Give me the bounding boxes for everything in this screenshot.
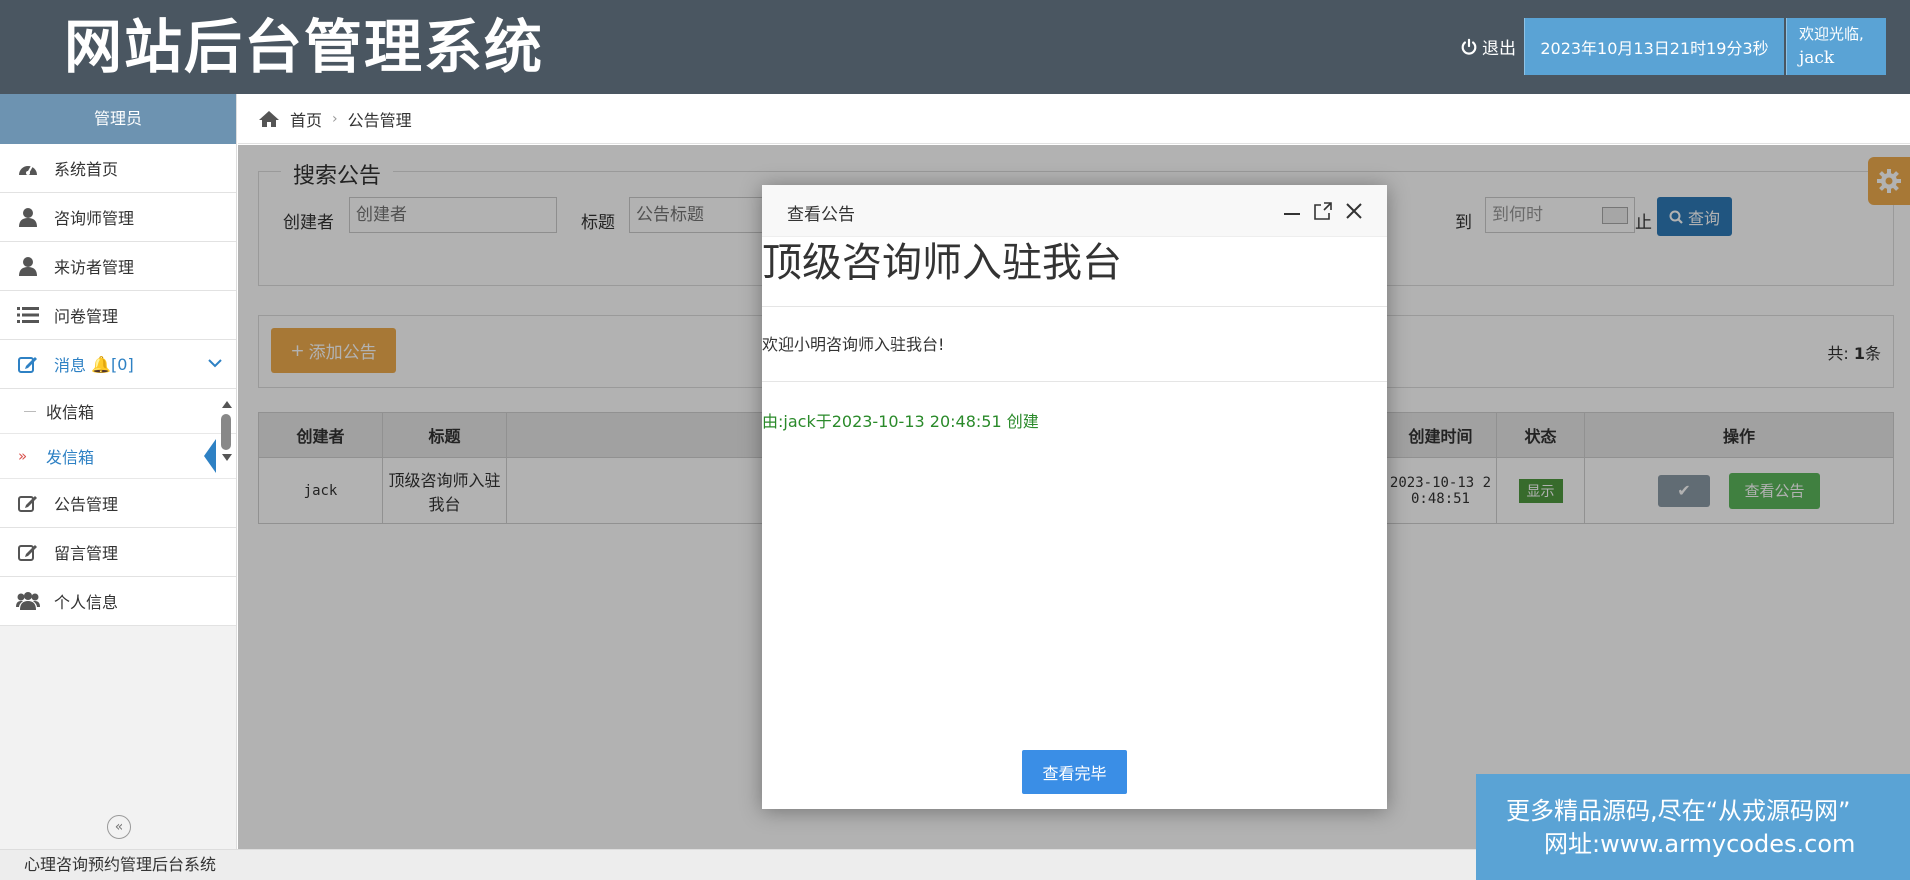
top-header: 网站后台管理系统 退出 2023年10月13日21时19分3秒 欢迎光临, ja… xyxy=(0,0,1910,94)
sidebar-subitem-inbox[interactable]: 收信箱 xyxy=(0,389,236,434)
announcement-meta: 由:jack于2023-10-13 20:48:51 创建 xyxy=(762,412,1039,431)
sidebar-subitem-outbox[interactable]: » 发信箱 xyxy=(0,434,236,479)
sidebar-subitem-label: 收信箱 xyxy=(46,403,95,422)
edit-icon xyxy=(16,542,40,562)
scroll-up-icon[interactable] xyxy=(222,401,232,408)
list-icon xyxy=(16,305,40,325)
sidebar-role: 管理员 xyxy=(0,94,236,144)
active-pointer xyxy=(204,439,216,473)
welcome-label: 欢迎光临, xyxy=(1799,25,1864,43)
sidebar-item-announcements[interactable]: 公告管理 xyxy=(0,479,236,528)
modal-title: 查看公告 xyxy=(787,205,855,225)
sidebar-item-messages[interactable]: 消息 🔔 [0] xyxy=(0,340,236,389)
promo-line: 网址:www.armycodes.com xyxy=(1544,830,1856,858)
announcement-heading: 顶级咨询师入驻我台 xyxy=(762,237,1387,307)
sidebar-item-dashboard[interactable]: 系统首页 xyxy=(0,144,236,193)
promo-line: 更多精品源码,尽在“从戎源码网” xyxy=(1506,797,1851,825)
scroll-down-icon[interactable] xyxy=(222,454,232,461)
sidebar-item-label: 个人信息 xyxy=(54,593,119,612)
close-icon[interactable] xyxy=(1344,201,1364,221)
collapse-sidebar-button[interactable]: « xyxy=(107,815,131,839)
breadcrumb-home[interactable]: 首页 xyxy=(290,107,322,131)
dashboard-icon xyxy=(16,158,40,178)
minimize-icon[interactable] xyxy=(1282,201,1302,221)
sidebar-item-counselors[interactable]: 咨询师管理 xyxy=(0,193,236,242)
edit-icon xyxy=(16,354,40,374)
power-icon xyxy=(1461,38,1477,55)
breadcrumb: 首页 › 公告管理 xyxy=(238,94,1910,144)
breadcrumb-current: 公告管理 xyxy=(347,110,412,130)
sidebar-item-guestbook[interactable]: 留言管理 xyxy=(0,528,236,577)
sidebar-item-label: 系统首页 xyxy=(54,160,119,179)
user-icon xyxy=(16,256,40,276)
breadcrumb-separator: › xyxy=(332,110,338,127)
user-icon xyxy=(16,207,40,227)
sidebar-item-label: 公告管理 xyxy=(54,495,119,514)
done-button[interactable]: 查看完毕 xyxy=(1022,750,1127,794)
sidebar-item-label: 问卷管理 xyxy=(54,307,119,326)
sidebar-item-questionnaires[interactable]: 问卷管理 xyxy=(0,291,236,340)
sidebar-scrollbar[interactable] xyxy=(221,401,233,471)
logout-label: 退出 xyxy=(1482,39,1516,59)
message-count: [0] xyxy=(111,354,134,374)
edit-icon xyxy=(16,493,40,513)
sidebar: 管理员 系统首页 咨询师管理 来访者管理 问卷管理 消息 🔔 [0] 收信箱 » … xyxy=(0,94,237,849)
tree-line xyxy=(24,411,36,412)
sidebar-subitem-label: 发信箱 xyxy=(46,448,95,467)
chevron-down-icon xyxy=(208,356,222,372)
view-announcement-modal: 查看公告 顶级咨询师入驻我台 欢迎小明咨询师入驻我台! 由:jack于2023-… xyxy=(762,185,1387,809)
sidebar-item-visitors[interactable]: 来访者管理 xyxy=(0,242,236,291)
logout-button[interactable]: 退出 xyxy=(1460,34,1516,59)
site-logo: 网站后台管理系统 xyxy=(64,13,545,81)
current-datetime: 2023年10月13日21时19分3秒 xyxy=(1524,18,1784,75)
bell-icon: 🔔 xyxy=(91,354,112,374)
announcement-body: 欢迎小明咨询师入驻我台! xyxy=(762,307,1387,382)
sidebar-item-label: 咨询师管理 xyxy=(54,209,135,228)
sidebar-item-profile[interactable]: 个人信息 xyxy=(0,577,236,626)
scroll-thumb[interactable] xyxy=(221,414,231,450)
current-username: jack xyxy=(1799,48,1835,68)
home-icon xyxy=(259,110,279,127)
sidebar-item-label: 消息 xyxy=(54,356,87,375)
sidebar-item-label: 留言管理 xyxy=(54,544,119,563)
maximize-icon[interactable] xyxy=(1313,201,1333,221)
users-icon xyxy=(16,591,40,611)
double-chevron-right-icon: » xyxy=(18,447,28,465)
promo-banner: 更多精品源码,尽在“从戎源码网” 网址:www.armycodes.com xyxy=(1476,774,1910,880)
welcome-box: 欢迎光临, jack xyxy=(1786,18,1886,75)
modal-header: 查看公告 xyxy=(762,185,1387,237)
sidebar-item-label: 来访者管理 xyxy=(54,258,135,277)
